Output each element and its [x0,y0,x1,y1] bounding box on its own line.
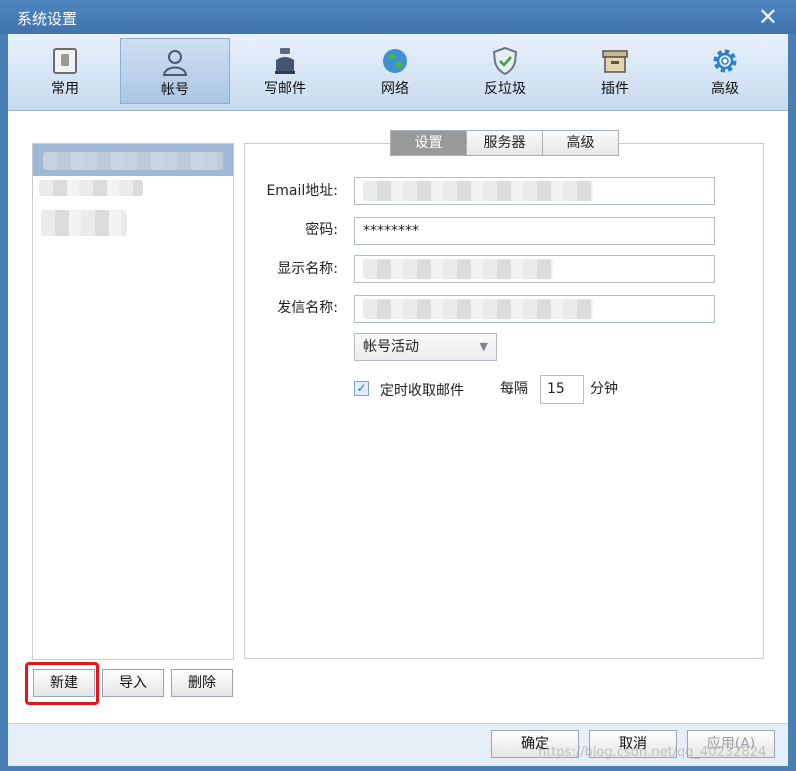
sender-name-field[interactable] [354,295,715,323]
toolbar-label: 帐号 [161,82,189,98]
auto-fetch-label: 定时收取邮件 [380,383,464,399]
toolbar-item-antispam[interactable]: 反垃圾 [450,38,560,104]
dialog-footer: 确定 取消 应用(A) https://blog.csdn.net/qq_402… [8,723,788,766]
title-bar: 系统设置 ✕ [0,0,796,34]
gear-icon [713,49,737,73]
toolbar-item-general[interactable]: 常用 [10,38,120,104]
email-label: Email地址: [266,183,338,199]
tab-advanced[interactable]: 高级 [543,130,619,156]
settings-toolbar: 常用 帐号 写邮件 网络 反垃圾 插件 高级 [8,34,788,111]
toolbar-label: 插件 [601,81,629,97]
settings-tabs: 设置 服务器 高级 [390,130,619,156]
box-icon [602,50,628,73]
toolbar-item-advanced[interactable]: 高级 [670,38,780,104]
redacted-account [39,180,143,196]
sender-name-label: 发信名称: [277,300,338,316]
display-name-field[interactable] [354,255,715,283]
toolbar-label: 写邮件 [264,81,306,97]
email-field[interactable] [354,177,715,205]
redacted-account [43,152,223,170]
toolbar-item-plugins[interactable]: 插件 [560,38,670,104]
toolbar-label: 反垃圾 [484,81,526,97]
close-icon[interactable]: ✕ [758,4,778,30]
redacted-sender-name [363,299,593,319]
interval-unit: 分钟 [590,381,618,397]
toolbar-label: 高级 [711,81,739,97]
auto-fetch-checkbox[interactable]: ✓ [354,381,369,396]
watermark-text: https://blog.csdn.net/qq_40232824 [538,745,767,760]
display-name-label: 显示名称: [277,261,338,277]
account-status-select[interactable]: 帐号活动 ▼ [354,333,497,361]
tab-server[interactable]: 服务器 [467,130,543,156]
interval-input[interactable]: 15 [540,375,584,404]
content-area: 设置 服务器 高级 Email地址: 密码: ******** 显示名称: 发信… [8,111,788,723]
password-field[interactable]: ******** [354,217,715,245]
account-list[interactable] [32,143,234,660]
highlight-annotation [25,662,99,705]
settings-window: 系统设置 ✕ 常用 帐号 写邮件 网络 反垃圾 插件 高级 设置 服务器 高级 … [0,0,796,771]
globe-icon [383,49,407,73]
import-button[interactable]: 导入 [102,669,164,697]
redacted-email [363,181,593,201]
inkwell-icon [275,48,295,74]
account-item-selected[interactable] [33,144,233,176]
redacted-display-name [363,259,553,279]
chevron-down-icon: ▼ [479,340,488,353]
window-title: 系统设置 [17,10,78,28]
tab-settings[interactable]: 设置 [390,130,467,156]
toolbar-item-account[interactable]: 帐号 [120,38,230,104]
delete-button[interactable]: 删除 [171,669,233,697]
toolbar-item-network[interactable]: 网络 [340,38,450,104]
account-status-value: 帐号活动 [363,339,419,355]
toolbar-item-compose[interactable]: 写邮件 [230,38,340,104]
shield-icon [492,46,518,76]
redacted-account [41,210,127,236]
toolbar-label: 网络 [381,81,409,97]
user-icon [162,50,188,76]
toolbar-label: 常用 [51,81,79,97]
interval-prefix: 每隔 [500,381,528,397]
password-label: 密码: [305,222,338,238]
switch-icon [53,48,77,74]
